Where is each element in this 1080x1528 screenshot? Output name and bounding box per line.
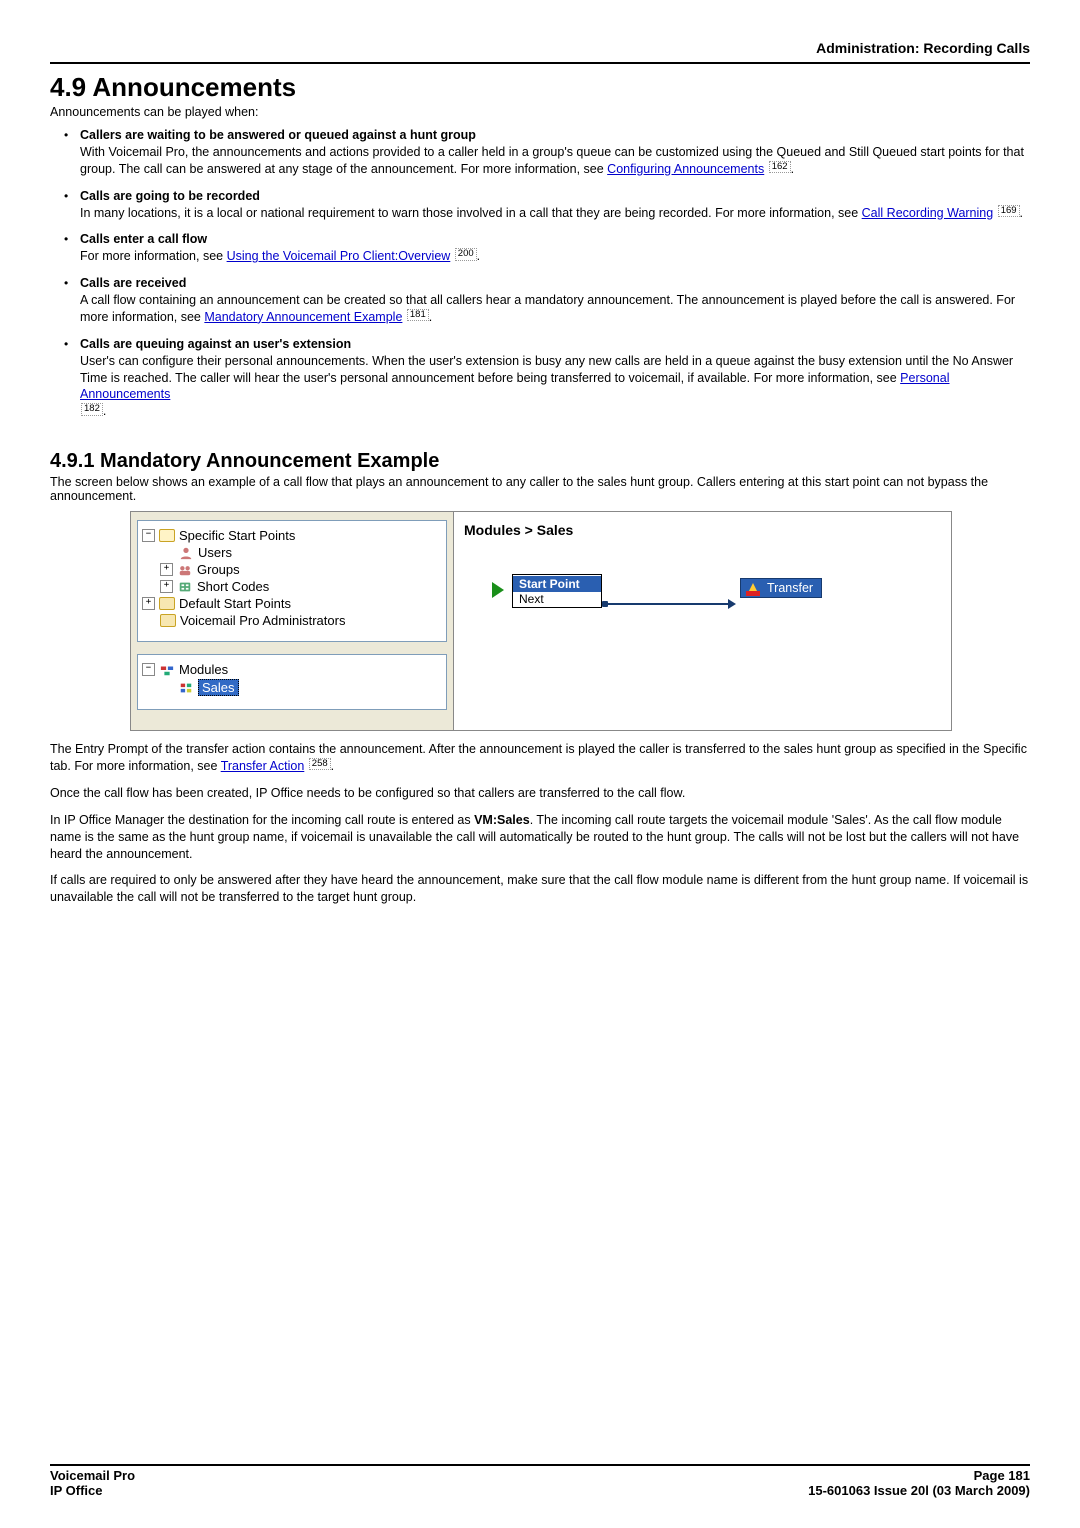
link-mandatory-announcement-example[interactable]: Mandatory Announcement Example [204,310,402,324]
footer-left-2: IP Office [50,1483,103,1498]
tree-selected-label: Sales [198,679,239,696]
footer-right-1: Page 181 [974,1468,1030,1483]
tree-item-label: Default Start Points [179,596,291,611]
folder-icon [159,529,175,543]
screenshot-canvas-pane: Modules > Sales Start Point Next Transfe… [454,512,951,730]
bullet-item: Callers are waiting to be answered or qu… [64,127,1030,178]
tree-item-label: Short Codes [197,579,269,594]
bullet-title: Callers are waiting to be answered or qu… [80,128,476,142]
tree-item-groups[interactable]: + Groups [142,561,442,578]
bullet-post: . [103,404,106,418]
screenshot: − Specific Start Points Users + Groups [130,511,952,731]
expand-icon[interactable]: + [160,580,173,593]
page-ref: 258 [309,758,331,770]
subsection-lead: The screen below shows an example of a c… [50,475,1030,503]
transfer-node[interactable]: Transfer [740,578,822,598]
bullet-post: . [429,310,432,324]
section-intro: Announcements can be played when: [50,105,1030,119]
tree-root-row[interactable]: − Specific Start Points [142,527,442,544]
page: Administration: Recording Calls 4.9 Anno… [0,0,1080,1528]
p1-pre: The Entry Prompt of the transfer action … [50,742,1027,773]
bullet-post: . [791,162,794,176]
bullet-body: For more information, see [80,249,227,263]
tree-item-users[interactable]: Users [142,544,442,561]
short-codes-icon [177,580,193,594]
tree-item-default-start-points[interactable]: + Default Start Points [142,595,442,612]
bullet-body: User's can configure their personal anno… [80,354,1013,385]
section-title: 4.9 Announcements [50,72,1030,103]
arrowhead-icon [728,599,736,609]
paragraph: The Entry Prompt of the transfer action … [50,741,1030,775]
link-vmpro-client-overview[interactable]: Using the Voicemail Pro Client:Overview [227,249,451,263]
header-right: Administration: Recording Calls [50,40,1030,58]
wire [608,603,728,605]
page-ref: 200 [455,248,477,260]
module-item-icon [178,681,194,695]
user-icon [178,546,194,560]
bullet-title: Calls enter a call flow [80,232,207,246]
tree-item-label: Voicemail Pro Administrators [180,613,345,628]
tree-modules-root[interactable]: − Modules [142,661,442,678]
page-ref: 182 [81,403,103,415]
footer-rule [50,1464,1030,1466]
bullet-list: Callers are waiting to be answered or qu… [64,127,1030,420]
paragraph: In IP Office Manager the destination for… [50,812,1030,863]
bullet-item: Calls enter a call flow For more informa… [64,231,1030,265]
bullet-body: With Voicemail Pro, the announcements an… [80,145,1024,176]
page-ref: 181 [407,309,429,321]
start-point-port: Next [513,592,601,606]
bullet-body: In many locations, it is a local or nati… [80,206,862,220]
expand-icon[interactable]: + [142,597,155,610]
footer-right-2: 15-601063 Issue 20l (03 March 2009) [808,1483,1030,1498]
groups-icon [177,563,193,577]
bullet-item: Calls are going to be recorded In many l… [64,188,1030,222]
folder-icon [160,614,176,628]
tree-specific-start-points: − Specific Start Points Users + Groups [137,520,447,642]
breadcrumb: Modules > Sales [464,522,941,538]
play-icon [492,582,504,598]
subsection-title: 4.9.1 Mandatory Announcement Example [50,450,1030,473]
expand-icon[interactable]: + [160,563,173,576]
link-call-recording-warning[interactable]: Call Recording Warning [862,206,994,220]
folder-icon [159,597,175,611]
start-point-title: Start Point [513,576,601,592]
page-ref: 169 [998,205,1020,217]
tree-module-sales[interactable]: Sales [142,678,442,697]
tree-item-label: Users [198,545,232,560]
tree-modules: − Modules Sales [137,654,447,710]
paragraph: If calls are required to only be answere… [50,872,1030,906]
link-transfer-action[interactable]: Transfer Action [221,759,305,773]
tree-item-short-codes[interactable]: + Short Codes [142,578,442,595]
footer-left-1: Voicemail Pro [50,1468,135,1483]
bullet-item: Calls are queuing against an user's exte… [64,336,1030,420]
p3-bold: VM:Sales [474,813,530,827]
p3a: In IP Office Manager the destination for… [50,813,474,827]
bullet-title: Calls are queuing against an user's exte… [80,337,351,351]
footer: Voicemail Pro Page 181 IP Office 15-6010… [50,1464,1030,1498]
page-ref: 162 [769,161,791,173]
tree-item-label: Groups [197,562,240,577]
bullet-post: . [477,249,480,263]
collapse-icon[interactable]: − [142,529,155,542]
header-rule [50,62,1030,64]
tree-root-label: Specific Start Points [179,528,295,543]
tree-item-voicemail-pro-admins[interactable]: Voicemail Pro Administrators [142,612,442,629]
bullet-title: Calls are received [80,276,186,290]
start-point-node[interactable]: Start Point Next [512,574,602,608]
bullet-item: Calls are received A call flow containin… [64,275,1030,326]
tree-modules-label: Modules [179,662,228,677]
bullet-post: . [1020,206,1023,220]
bullet-title: Calls are going to be recorded [80,189,260,203]
callflow-canvas: Start Point Next Transfer [464,566,941,716]
p1-post: . [331,759,334,773]
transfer-label: Transfer [767,581,813,595]
screenshot-tree-pane: − Specific Start Points Users + Groups [131,512,454,730]
transfer-icon [745,581,761,597]
paragraph: Once the call flow has been created, IP … [50,785,1030,802]
collapse-icon[interactable]: − [142,663,155,676]
modules-icon [159,663,175,677]
link-configuring-announcements[interactable]: Configuring Announcements [607,162,764,176]
